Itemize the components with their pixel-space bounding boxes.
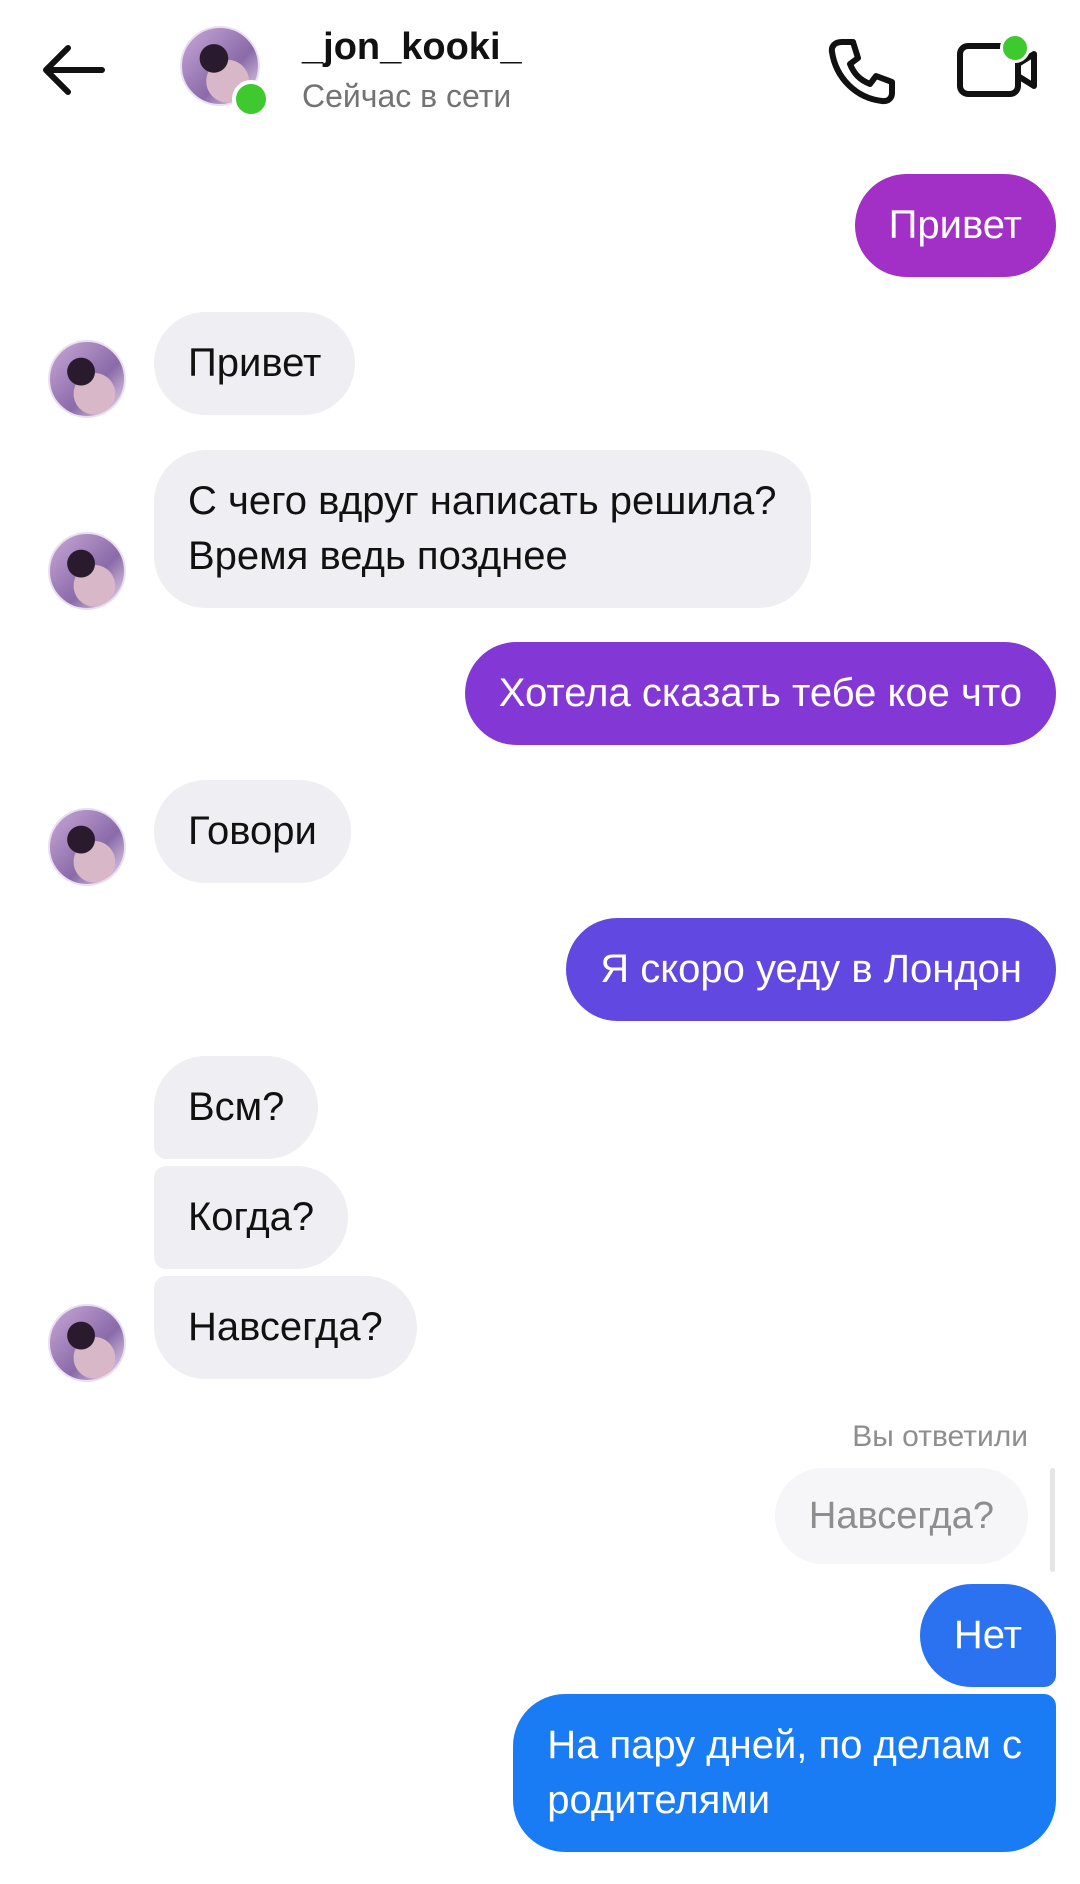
reply-indicator-bar: [1050, 1468, 1055, 1572]
sender-avatar[interactable]: [48, 1304, 126, 1382]
message-line: На пару дней, по делам с: [547, 1723, 1022, 1767]
back-button[interactable]: [38, 38, 122, 102]
incoming-message[interactable]: Навсегда?: [154, 1276, 417, 1379]
incoming-message[interactable]: С чего вдруг написать решила? Время ведь…: [154, 450, 811, 608]
outgoing-message[interactable]: На пару дней, по делам с родителями: [513, 1694, 1056, 1852]
incoming-message[interactable]: Привет: [154, 312, 356, 415]
online-status-text: Сейчас в сети: [302, 78, 512, 114]
sender-avatar[interactable]: [48, 808, 126, 886]
message-line: родителями: [547, 1778, 771, 1822]
outgoing-message[interactable]: Привет: [854, 174, 1056, 277]
back-arrow-icon: [43, 45, 105, 95]
sender-avatar[interactable]: [48, 532, 126, 610]
incoming-message[interactable]: Говори: [154, 780, 351, 883]
incoming-message[interactable]: Когда?: [154, 1166, 349, 1269]
video-active-dot: [1000, 33, 1030, 63]
sender-avatar[interactable]: [48, 340, 126, 418]
incoming-message[interactable]: Всм?: [154, 1056, 319, 1159]
message-line: С чего вдруг написать решила?: [188, 479, 777, 523]
audio-call-button[interactable]: [820, 30, 900, 110]
reply-label: Вы ответили: [852, 1420, 1028, 1453]
outgoing-message[interactable]: Я скоро уеду в Лондон: [566, 918, 1056, 1021]
outgoing-message[interactable]: Нет: [919, 1584, 1056, 1687]
chat-header: _jon_kooki_ Сейчас в сети: [0, 0, 1080, 140]
outgoing-message[interactable]: Хотела сказать тебе кое что: [464, 642, 1056, 745]
message-line: Время ведь позднее: [188, 534, 568, 578]
reply-quote[interactable]: Навсегда?: [774, 1468, 1028, 1564]
online-status-dot: [232, 80, 270, 118]
username[interactable]: _jon_kooki_: [302, 26, 522, 69]
phone-icon: [828, 39, 895, 105]
